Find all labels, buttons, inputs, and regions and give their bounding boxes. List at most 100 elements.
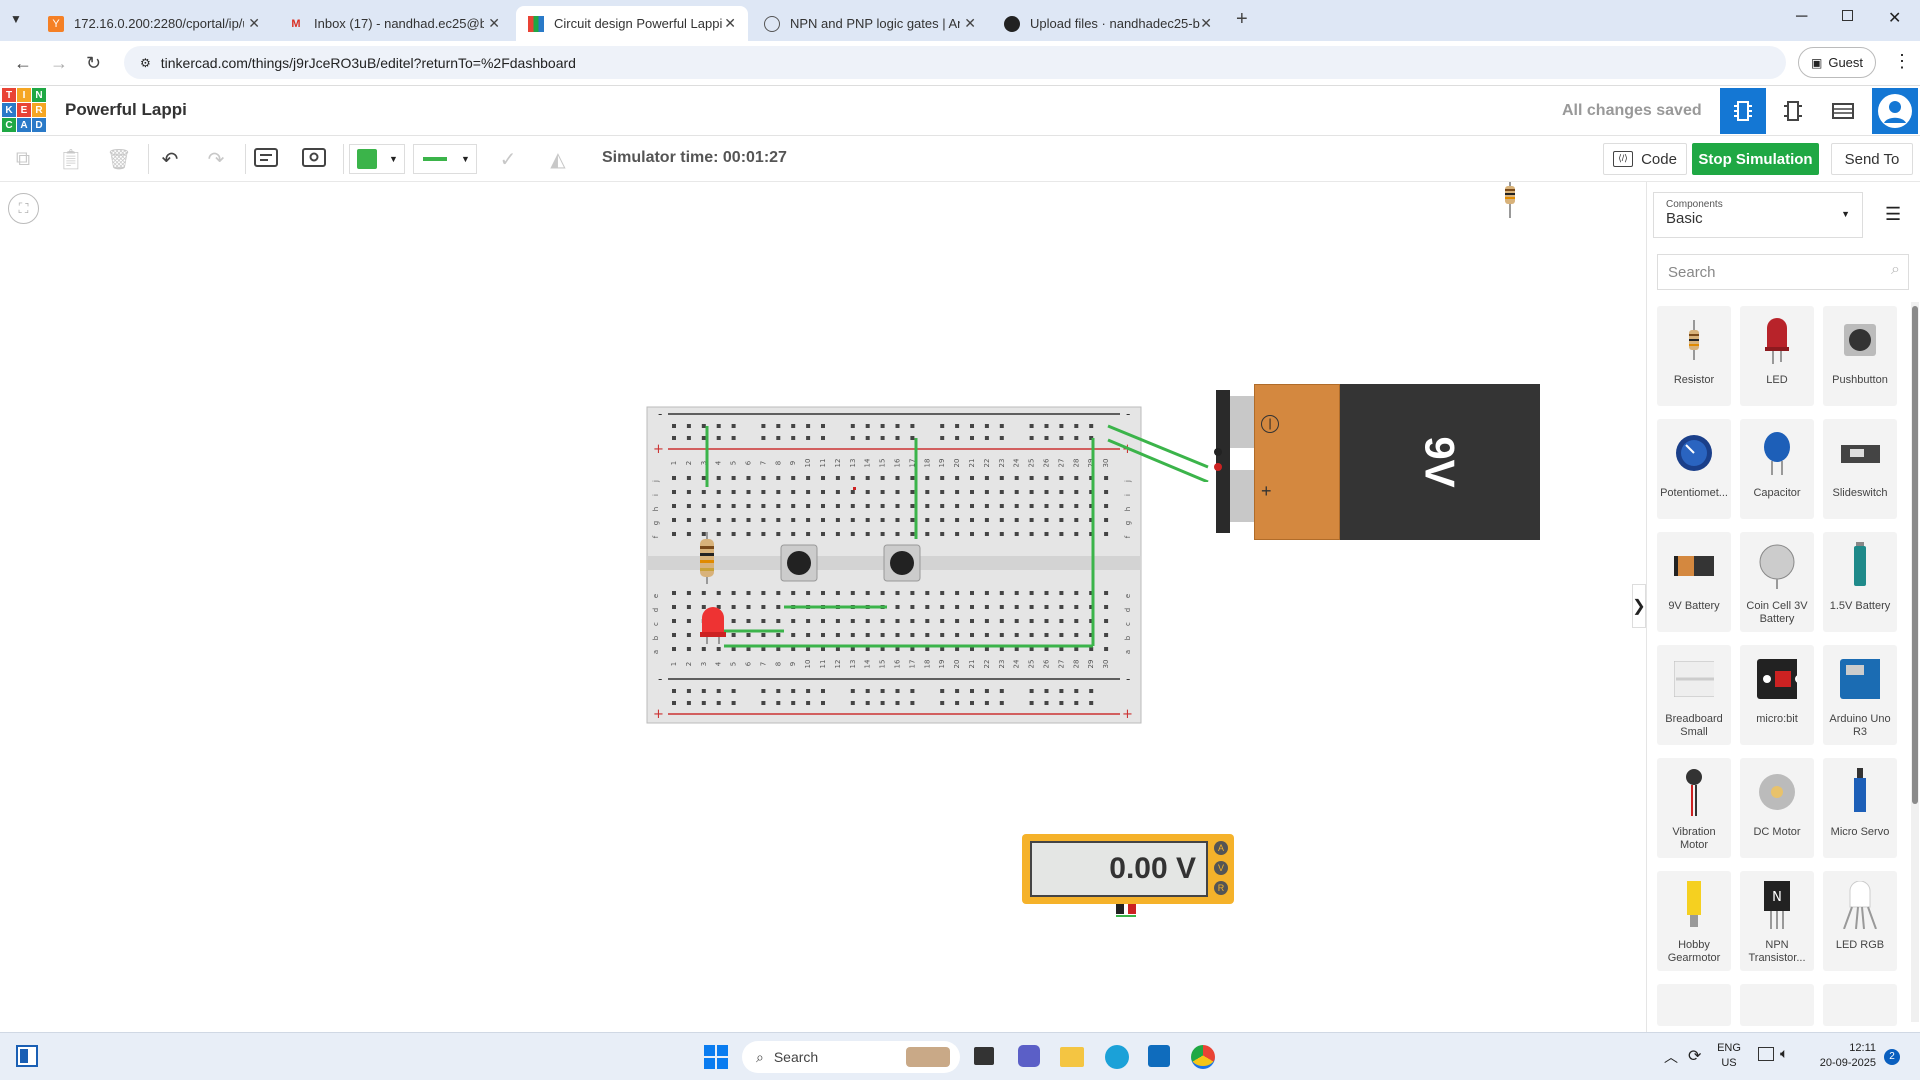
site-info-icon[interactable]: ⚙ [140, 56, 151, 70]
meter-mode-r[interactable]: R [1214, 881, 1228, 895]
component-tile[interactable]: Hobby Gearmotor [1657, 871, 1731, 971]
close-icon[interactable]: ✕ [964, 15, 976, 32]
delete-icon[interactable]: 🗑︎ [104, 145, 134, 173]
forward-icon[interactable]: → [50, 53, 68, 74]
component-tile[interactable]: Resistor [1657, 306, 1731, 406]
profile-button[interactable]: ▣ Guest [1798, 47, 1876, 78]
browser-tab-active[interactable]: Circuit design Powerful Lappi - ✕ [516, 6, 748, 41]
battery-9v[interactable]: | + 9V [1214, 384, 1540, 540]
close-icon[interactable]: ✕ [724, 15, 736, 32]
breadboard[interactable]: 1122334455667788991010111112121313141415… [646, 406, 1142, 908]
avatar-icon [1878, 94, 1912, 128]
back-icon[interactable]: ← [14, 53, 32, 74]
notification-badge[interactable]: 2 [1884, 1049, 1900, 1065]
close-icon[interactable]: ✕ [248, 15, 260, 32]
scrollbar-thumb[interactable] [1912, 306, 1918, 804]
notes-visibility-icon[interactable] [299, 145, 329, 173]
component-tile[interactable]: Capacitor [1740, 419, 1814, 519]
component-tile[interactable]: 9V Battery [1657, 532, 1731, 632]
chrome-icon[interactable] [1191, 1045, 1215, 1069]
edge-icon[interactable] [1105, 1045, 1129, 1069]
component-tile[interactable]: Breadboard Small [1657, 645, 1731, 745]
components-dropdown[interactable]: Components Basic ▼ [1653, 192, 1863, 238]
component-tile[interactable]: Vibration Motor [1657, 758, 1731, 858]
component-tile[interactable]: micro:bit [1740, 645, 1814, 745]
component-tile[interactable]: Slideswitch [1823, 419, 1897, 519]
search-icon: ⌕ [756, 1048, 764, 1065]
close-window-button[interactable]: ✕ [1888, 8, 1901, 28]
browser-tab[interactable]: Y 172.16.0.200:2280/cportal/ip/u ✕ [36, 6, 272, 41]
paste-icon[interactable]: 📋︎ [56, 145, 86, 173]
scrollbar[interactable] [1911, 302, 1919, 1022]
redo-icon[interactable]: ↷ [201, 145, 231, 173]
widgets-icon[interactable] [16, 1045, 38, 1067]
clock[interactable]: 12:11 20-09-2025 [1806, 1041, 1876, 1071]
taskbar-search[interactable]: ⌕ Search [742, 1041, 960, 1073]
chevron-down-icon: ▼ [461, 154, 470, 164]
wire-type-picker[interactable]: ▼ [413, 144, 477, 174]
component-tile[interactable]: LED [1740, 306, 1814, 406]
teams-icon[interactable] [1018, 1045, 1040, 1067]
component-tile[interactable]: DC Motor [1740, 758, 1814, 858]
floating-resistor[interactable] [1500, 182, 1520, 218]
tab-list-button[interactable]: ▼ [10, 12, 22, 26]
component-tile[interactable]: Pushbutton [1823, 306, 1897, 406]
component-tile[interactable]: Arduino Uno R3 [1823, 645, 1897, 745]
circuit-view-button[interactable] [1720, 88, 1766, 134]
notes-icon[interactable] [251, 145, 281, 173]
color-picker[interactable]: ▼ [349, 144, 405, 174]
language-indicator[interactable]: ENG US [1714, 1041, 1744, 1071]
collapse-panel-button[interactable]: ❯ [1632, 584, 1646, 628]
meter-mode-a[interactable]: A [1214, 841, 1228, 855]
minimize-button[interactable]: ─ [1796, 8, 1807, 26]
restore-button[interactable] [1842, 10, 1853, 21]
multimeter[interactable]: 0.00 V A V R [1022, 834, 1234, 917]
list-view-icon[interactable]: ☰ [1885, 204, 1901, 225]
component-tile[interactable]: Potentiomet... [1657, 419, 1731, 519]
browser-tab[interactable]: NPN and PNP logic gates | And ✕ [752, 6, 988, 41]
component-tile[interactable]: Micro Servo [1823, 758, 1897, 858]
tinkercad-logo[interactable]: T I N K E R C A D [2, 88, 46, 132]
browser-menu-icon[interactable]: ⋮ [1893, 51, 1911, 72]
schematic-view-button[interactable] [1770, 88, 1816, 134]
code-button[interactable]: ⟨/⟩ Code [1603, 143, 1687, 175]
component-tile-partial[interactable] [1823, 984, 1897, 1026]
y-icon: Y [48, 15, 64, 32]
component-search-input[interactable]: Search ⌕ [1657, 254, 1909, 290]
project-name[interactable]: Powerful Lappi [65, 100, 187, 120]
file-explorer-icon[interactable] [1060, 1047, 1084, 1067]
browser-tab[interactable]: M Inbox (17) - nandhad.ec25@bit ✕ [276, 6, 512, 41]
browser-tab[interactable]: Upload files · nandhadec25-blip ✕ [992, 6, 1224, 41]
stop-simulation-button[interactable]: Stop Simulation [1692, 143, 1819, 175]
component-tile-partial[interactable] [1657, 984, 1731, 1026]
copy-icon[interactable]: ⧉ [8, 145, 38, 173]
url-field[interactable]: ⚙ tinkercad.com/things/j9rJceRO3uB/edite… [124, 46, 1786, 79]
fit-view-icon[interactable]: ⛶ [8, 193, 39, 224]
start-button[interactable] [704, 1045, 728, 1069]
sync-icon[interactable]: ⟳ [1688, 1046, 1701, 1066]
rotate-icon[interactable]: ✓ [493, 145, 523, 173]
volume-icon[interactable]: 🔈︎ [1780, 1045, 1788, 1062]
user-avatar[interactable] [1872, 88, 1918, 134]
reload-icon[interactable]: ↻ [86, 53, 101, 74]
meter-mode-v[interactable]: V [1214, 861, 1228, 875]
component-label: 1.5V Battery [1829, 600, 1891, 612]
component-tile[interactable]: Coin Cell 3V Battery [1740, 532, 1814, 632]
component-tile-partial[interactable] [1740, 984, 1814, 1026]
task-view-icon[interactable] [974, 1047, 994, 1065]
search-icon[interactable]: ⌕ [1891, 261, 1900, 279]
network-icon[interactable] [1758, 1047, 1774, 1061]
component-list-view-button[interactable] [1820, 88, 1866, 134]
component-tile[interactable]: LED RGB [1823, 871, 1897, 971]
store-icon[interactable] [1148, 1045, 1170, 1067]
send-to-button[interactable]: Send To [1831, 143, 1913, 175]
flip-icon[interactable]: ◭ [543, 145, 573, 173]
component-tile[interactable]: 1.5V Battery [1823, 532, 1897, 632]
close-icon[interactable]: ✕ [488, 15, 500, 32]
component-tile[interactable]: N NPN Transistor... [1740, 871, 1814, 971]
tray-chevron-icon[interactable]: ︿ [1664, 1047, 1678, 1067]
circuit-canvas[interactable]: ⛶ 1 1 2 2 3 3 4 4 5 5 6 6 7 7 8 8 9 9 10 10 11 11 12 12 13 13 14 14… [0, 182, 1646, 1032]
new-tab-button[interactable]: + [1236, 8, 1248, 31]
close-icon[interactable]: ✕ [1200, 15, 1212, 32]
undo-icon[interactable]: ↶ [155, 145, 185, 173]
